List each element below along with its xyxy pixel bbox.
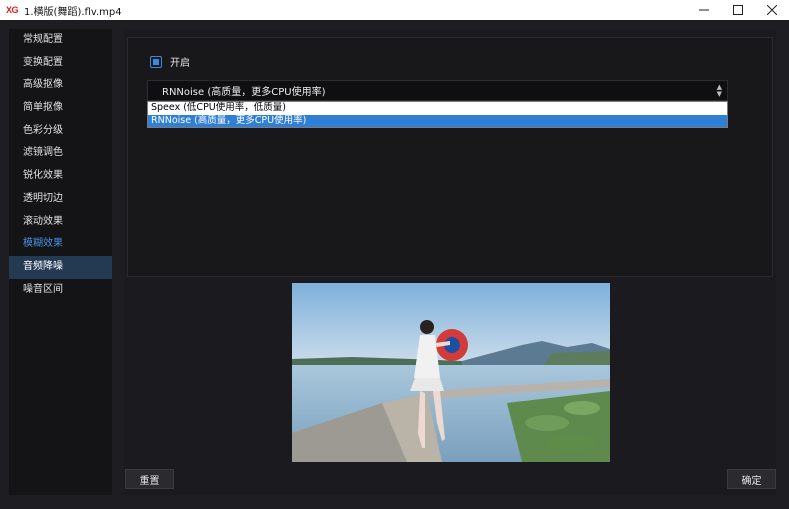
denoise-method-dropdown: Speex (低CPU使用率，低质量) RNNoise (高质量，更多CPU使用… — [147, 101, 728, 128]
close-button[interactable] — [755, 0, 789, 20]
sidebar-item-scroll[interactable]: 滚动效果 — [9, 211, 112, 234]
denoise-settings-panel — [127, 37, 773, 277]
ok-button[interactable]: 确定 — [727, 469, 776, 489]
dropdown-option-rnnoise[interactable]: RNNoise (高质量，更多CPU使用率) — [148, 114, 727, 127]
video-preview — [292, 283, 610, 462]
sidebar-item-simple-keying[interactable]: 简单抠像 — [9, 97, 112, 120]
sidebar-item-noise-range[interactable]: 噪音区间 — [9, 279, 112, 302]
minimize-icon — [699, 9, 709, 11]
sidebar-nav: 常规配置 变换配置 高级抠像 简单抠像 色彩分级 滤镜调色 锐化效果 透明切边 … — [9, 29, 112, 495]
minimize-button[interactable] — [687, 0, 721, 20]
app-logo: XG — [6, 5, 19, 15]
sidebar-item-color-grading[interactable]: 色彩分级 — [9, 120, 112, 143]
reset-button[interactable]: 重置 — [125, 469, 174, 489]
maximize-button[interactable] — [721, 0, 755, 20]
enable-row: 开启 — [150, 54, 190, 69]
preview-image — [292, 283, 610, 462]
sidebar-item-transparent-crop[interactable]: 透明切边 — [9, 188, 112, 211]
dropdown-option-speex[interactable]: Speex (低CPU使用率，低质量) — [148, 102, 727, 115]
sidebar-item-advanced-keying[interactable]: 高级抠像 — [9, 74, 112, 97]
enable-label: 开启 — [170, 58, 190, 69]
checkbox-check-icon — [153, 58, 159, 65]
updown-arrows-icon: ▲ ▼ — [716, 83, 722, 98]
sidebar-item-general[interactable]: 常规配置 — [9, 29, 112, 52]
sidebar-item-blur[interactable]: 模糊效果 — [9, 233, 112, 256]
window-controls — [687, 0, 789, 20]
window-title: 1.横版(舞蹈).flv.mp4 — [24, 6, 122, 18]
denoise-method-select[interactable]: RNNoise (高质量，更多CPU使用率) ▲ ▼ — [147, 80, 728, 101]
maximize-icon — [733, 5, 743, 15]
sidebar-item-transform[interactable]: 变换配置 — [9, 52, 112, 75]
sidebar-item-sharpen[interactable]: 锐化效果 — [9, 165, 112, 188]
select-value: RNNoise (高质量，更多CPU使用率) — [162, 87, 326, 98]
sidebar-item-filter[interactable]: 滤镜调色 — [9, 142, 112, 165]
enable-checkbox[interactable] — [150, 55, 162, 68]
title-bar: XG 1.横版(舞蹈).flv.mp4 — [0, 0, 789, 20]
close-icon — [767, 5, 777, 15]
sidebar-item-audio-denoise[interactable]: 音频降噪 — [9, 255, 112, 279]
